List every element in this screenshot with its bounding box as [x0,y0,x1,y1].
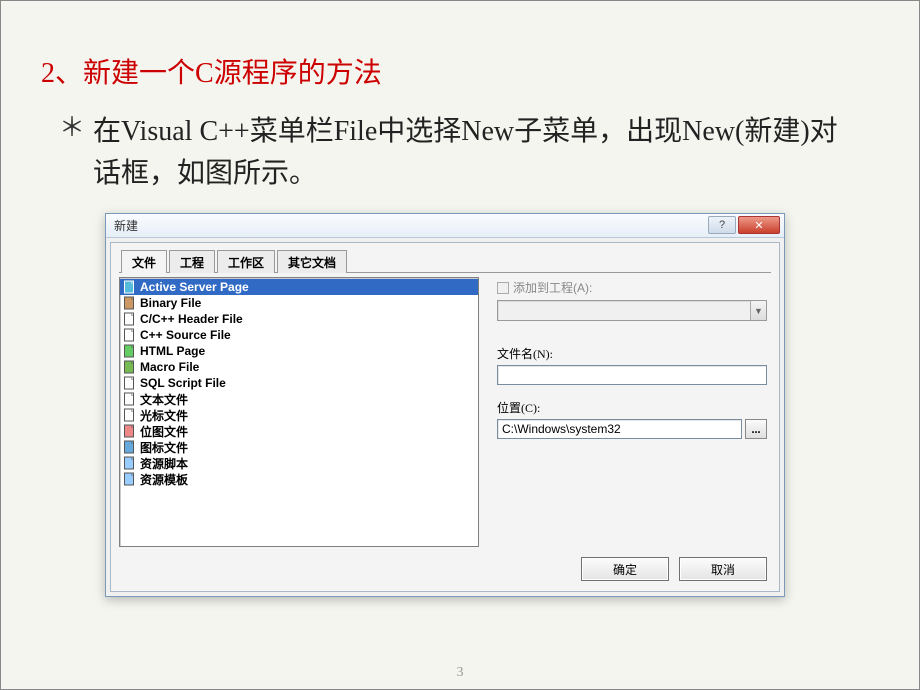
html-icon [123,344,137,358]
file-type-label: Active Server Page [140,280,249,294]
dialog-titlebar: 新建 ? ✕ [106,214,784,238]
file-type-label: Macro File [140,360,199,374]
project-combo: ▼ [497,300,767,321]
file-type-item[interactable]: 资源脚本 [120,455,478,471]
slide-page-number: 3 [1,665,919,681]
file-type-item[interactable]: C/C++ Header File [120,311,478,327]
file-type-label: 资源脚本 [140,455,188,472]
tab-工作区[interactable]: 工作区 [217,250,275,273]
rct-icon [123,472,137,486]
file-type-label: 文本文件 [140,391,188,408]
file-type-label: 资源模板 [140,471,188,488]
cur-icon [123,408,137,422]
file-type-label: C++ Source File [140,328,231,342]
file-type-item[interactable]: HTML Page [120,343,478,359]
ico-icon [123,440,137,454]
chevron-down-icon: ▼ [750,301,766,320]
file-type-list[interactable]: Active Server Page Binary File C/C++ Heade… [119,277,479,547]
add-to-project-row: 添加到工程(A): [497,279,767,296]
file-type-label: 图标文件 [140,439,188,456]
add-to-project-checkbox [497,282,509,294]
help-icon: ? [719,219,725,231]
bin-icon [123,296,137,310]
slide-heading: 2、新建一个C源程序的方法 [41,51,849,91]
filename-input[interactable] [497,365,767,385]
file-type-item[interactable]: 资源模板 [120,471,478,487]
file-type-label: SQL Script File [140,376,226,390]
file-type-label: Binary File [140,296,201,310]
file-type-label: 位图文件 [140,423,188,440]
tab-其它文档[interactable]: 其它文档 [277,250,347,273]
file-type-item[interactable]: C++ Source File [120,327,478,343]
file-type-item[interactable]: SQL Script File [120,375,478,391]
tab-strip: 文件工程工作区其它文档 [119,249,771,273]
dialog-title: 新建 [114,217,138,234]
help-button[interactable]: ? [708,216,736,234]
file-type-item[interactable]: Binary File [120,295,478,311]
add-to-project-label: 添加到工程(A): [513,279,592,296]
file-type-item[interactable]: 图标文件 [120,439,478,455]
rc-icon [123,456,137,470]
asp-icon [123,280,137,294]
cpp-icon [123,328,137,342]
file-type-item[interactable]: Active Server Page [120,279,478,295]
ok-button[interactable]: 确定 [581,557,669,581]
location-label: 位置(C): [497,399,767,416]
close-button[interactable]: ✕ [738,216,780,234]
browse-label: ... [752,422,761,437]
file-type-label: HTML Page [140,344,205,358]
heading-number: 2、 [41,58,83,89]
file-type-item[interactable]: 光标文件 [120,407,478,423]
slide-body-text: 在Visual C++菜单栏File中选择New子菜单，出现New(新建)对话框… [93,111,849,195]
location-input[interactable] [497,419,742,439]
tab-文件[interactable]: 文件 [121,250,167,273]
new-dialog: 新建 ? ✕ 文件工程工作区其它文档 Active Server Page Bin… [105,213,785,597]
h-icon [123,312,137,326]
file-type-label: 光标文件 [140,407,188,424]
file-type-item[interactable]: 文本文件 [120,391,478,407]
tab-工程[interactable]: 工程 [169,250,215,273]
sql-icon [123,376,137,390]
file-type-label: C/C++ Header File [140,312,243,326]
filename-label: 文件名(N): [497,345,767,362]
txt-icon [123,392,137,406]
bmp-icon [123,424,137,438]
close-icon: ✕ [754,219,763,232]
file-type-item[interactable]: Macro File [120,359,478,375]
file-type-item[interactable]: 位图文件 [120,423,478,439]
macro-icon [123,360,137,374]
bullet-icon: ＊ [59,115,85,141]
cancel-button[interactable]: 取消 [679,557,767,581]
heading-text: 新建一个C源程序的方法 [83,58,382,89]
browse-button[interactable]: ... [745,419,767,439]
